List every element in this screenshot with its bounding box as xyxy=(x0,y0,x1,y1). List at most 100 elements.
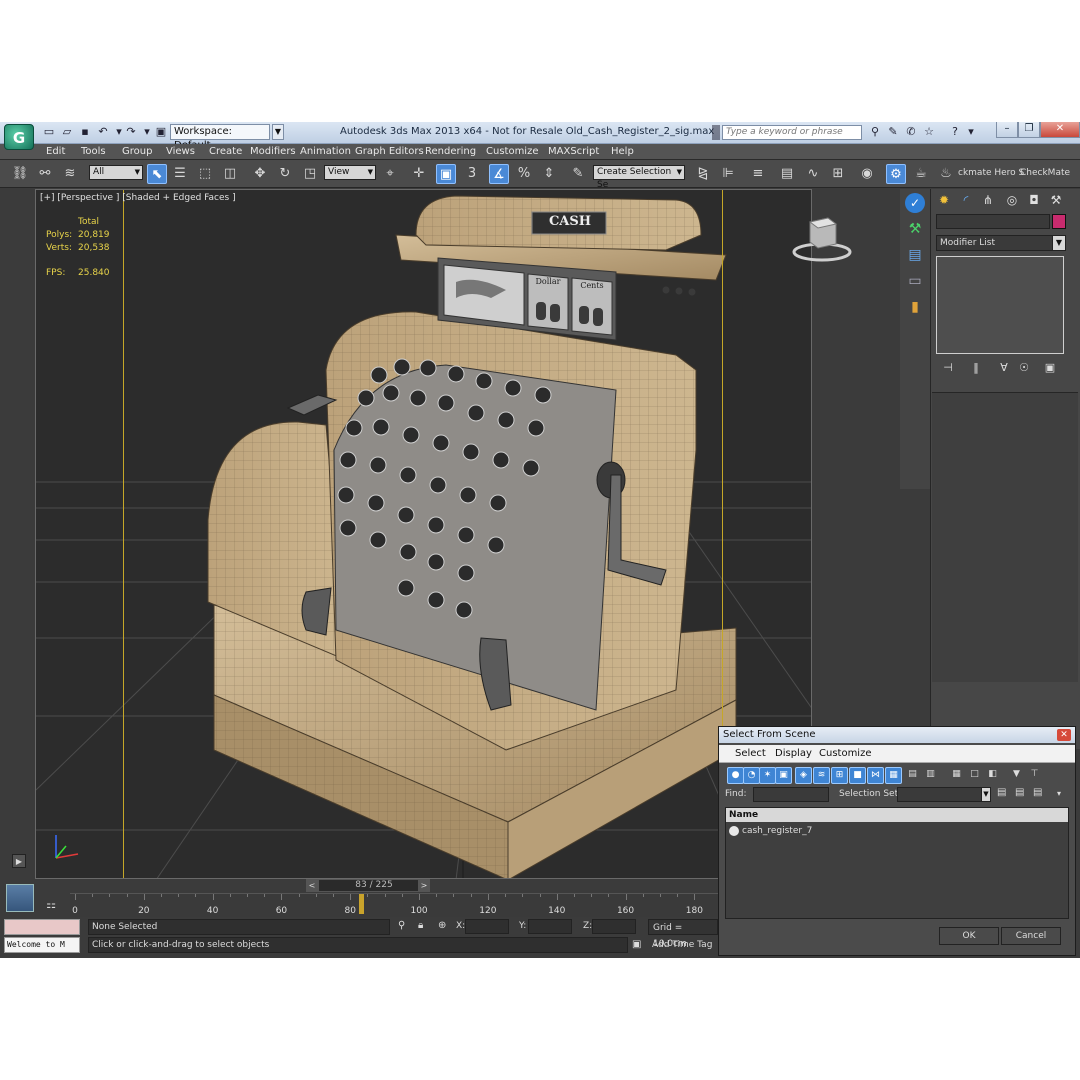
z-coordinate-field[interactable] xyxy=(592,919,636,934)
select-and-move-icon[interactable]: ✥ xyxy=(250,164,270,184)
menu-customize[interactable]: Customize xyxy=(486,144,539,160)
menu-maxscript[interactable]: MAXScript xyxy=(548,144,599,160)
graphite-ribbon-icon[interactable]: ▤ xyxy=(777,164,797,184)
workspace-dropdown[interactable]: Workspace: Default xyxy=(170,124,270,151)
select-by-name-icon[interactable]: ☰ xyxy=(170,164,190,184)
dialog-menu-select[interactable]: Select xyxy=(735,747,766,761)
binoculars-icon[interactable]: ⚲ xyxy=(868,125,882,139)
layer-manager-icon[interactable]: ≡ xyxy=(748,164,768,184)
modifier-list-dropdown[interactable]: Modifier List xyxy=(936,235,1066,251)
next-frame-icon[interactable]: > xyxy=(418,879,430,892)
selection-filter-dropdown[interactable]: All ▼ xyxy=(89,165,143,180)
checkmate-label[interactable]: CheckMate xyxy=(1020,168,1070,178)
display-helpers-icon[interactable]: ◈ xyxy=(795,767,812,784)
menu-graph-editors[interactable]: Graph Editors xyxy=(355,144,424,160)
maxscript-listener-mini[interactable] xyxy=(4,919,80,935)
display-groups-icon[interactable]: ⊞ xyxy=(831,767,848,784)
display-bones-icon[interactable]: ⋈ xyxy=(867,767,884,784)
display-containers-icon[interactable]: ▦ xyxy=(885,767,902,784)
menu-group[interactable]: Group xyxy=(122,144,152,160)
cancel-button[interactable]: Cancel xyxy=(1001,927,1061,945)
create-selection-set-icon[interactable]: ▤ xyxy=(997,787,1006,798)
display-geometry-icon[interactable]: ● xyxy=(727,767,744,784)
display-hidden-icon[interactable]: ▥ xyxy=(923,767,938,782)
prev-frame-icon[interactable]: < xyxy=(306,879,318,892)
mirror-icon[interactable]: ⧎ xyxy=(693,164,713,184)
select-none-icon[interactable]: □ xyxy=(967,767,982,782)
curve-editor-icon[interactable]: ∿ xyxy=(803,164,823,184)
percent-snap-icon[interactable]: % xyxy=(514,164,534,184)
viewport-layout-thumbnail[interactable] xyxy=(6,884,34,912)
keyword-search-input[interactable]: Type a keyword or phrase xyxy=(722,125,862,140)
rectangular-selection-icon[interactable]: ⬚ xyxy=(195,164,215,184)
project-folder-icon[interactable]: ▣ xyxy=(154,125,168,139)
bind-to-space-warp-icon[interactable]: ≋ xyxy=(60,164,80,184)
utilities-tab-icon[interactable]: ⚒ xyxy=(1047,191,1065,209)
make-unique-icon[interactable]: ∀ xyxy=(996,360,1012,376)
x-coordinate-field[interactable] xyxy=(465,919,509,934)
snaps-toggle-icon[interactable]: 3 xyxy=(462,164,482,184)
communication-center-icon[interactable]: ✆ xyxy=(904,125,918,139)
menu-help[interactable]: Help xyxy=(611,144,634,160)
keyboard-shortcut-override-icon[interactable]: ▣ xyxy=(436,164,456,184)
display-shapes-icon[interactable]: ◔ xyxy=(743,767,760,784)
schematic-view-icon[interactable]: ⊞ xyxy=(828,164,848,184)
modify-tab-icon[interactable]: ◜ xyxy=(957,191,975,209)
new-file-icon[interactable]: ▭ xyxy=(42,125,56,139)
angle-snap-icon[interactable]: ∡ xyxy=(489,164,509,184)
name-column-header[interactable]: Name xyxy=(726,808,1068,822)
display-xrefs-icon[interactable]: ■ xyxy=(849,767,866,784)
save-icon[interactable]: ▪ xyxy=(78,125,92,139)
display-spacewarps-icon[interactable]: ≋ xyxy=(813,767,830,784)
maxscript-mini-listener[interactable]: Welcome to M xyxy=(4,937,80,953)
favorites-star-icon[interactable]: ☆ xyxy=(922,125,936,139)
help-dropdown-icon[interactable]: ▾ xyxy=(964,125,978,139)
filter-icon[interactable]: ▼ xyxy=(1009,767,1024,782)
dialog-menu-customize[interactable]: Customize xyxy=(819,747,872,761)
menu-rendering[interactable]: Rendering xyxy=(425,144,476,160)
open-file-icon[interactable]: ▱ xyxy=(60,125,74,139)
time-tag-icon[interactable]: ▣ xyxy=(632,939,641,950)
select-and-scale-icon[interactable]: ◳ xyxy=(300,164,320,184)
redo-icon[interactable]: ↷ xyxy=(124,125,138,139)
window-crossing-icon[interactable]: ◫ xyxy=(220,164,240,184)
workspace-dropdown-arrow-icon[interactable]: ▼ xyxy=(272,124,284,140)
isolate-selection-icon[interactable]: ⚲ xyxy=(398,920,405,931)
time-slider[interactable]: 83 / 225 xyxy=(318,879,430,892)
reference-coordinate-dropdown[interactable]: View ▼ xyxy=(324,165,376,180)
subscription-icon[interactable]: ✎ xyxy=(886,125,900,139)
select-manipulate-icon[interactable]: ✛ xyxy=(409,164,429,184)
y-coordinate-field[interactable] xyxy=(528,919,572,934)
material-editor-icon[interactable]: ◉ xyxy=(857,164,877,184)
track-bar[interactable]: 0 20 40 60 80 100 120 140 160 180 xyxy=(70,893,720,917)
menu-animation[interactable]: Animation xyxy=(300,144,351,160)
display-icon[interactable]: ▭ xyxy=(905,271,925,291)
object-name-field[interactable] xyxy=(936,214,1050,229)
expand-options-icon[interactable]: ▾ xyxy=(1057,789,1061,798)
motion-tab-icon[interactable]: ◎ xyxy=(1003,191,1021,209)
create-tab-icon[interactable]: ✹ xyxy=(935,191,953,209)
hierarchy-tab-icon[interactable]: ⋔ xyxy=(979,191,997,209)
remove-modifier-icon[interactable]: ☉ xyxy=(1016,360,1032,376)
dialog-close-icon[interactable]: ✕ xyxy=(1057,729,1071,741)
selection-set-dropdown[interactable] xyxy=(897,787,991,802)
display-cameras-icon[interactable]: ▣ xyxy=(775,767,792,784)
add-time-tag[interactable]: Add Time Tag xyxy=(648,937,718,953)
select-invert-icon[interactable]: ◧ xyxy=(985,767,1000,782)
perspective-viewport[interactable]: [+] [Perspective ] [Shaded + Edged Faces… xyxy=(35,189,812,879)
minimize-button[interactable]: – xyxy=(996,122,1018,138)
viewport-label[interactable]: [+] [Perspective ] [Shaded + Edged Faces… xyxy=(40,193,236,203)
chevron-down-icon[interactable]: ▼ xyxy=(981,787,991,802)
show-end-result-icon[interactable]: ‖ xyxy=(968,360,984,376)
edit-named-selection-icon[interactable]: ✎ xyxy=(568,164,588,184)
door-icon[interactable]: ▮ xyxy=(905,297,925,317)
ok-button[interactable]: OK xyxy=(939,927,999,945)
dialog-menu-display[interactable]: Display xyxy=(775,747,812,761)
named-selection-set-dropdown[interactable]: Create Selection Se ▼ xyxy=(593,165,685,190)
absolute-relative-icon[interactable]: ⊕ xyxy=(438,920,446,931)
viewcube[interactable] xyxy=(790,212,854,264)
current-frame-marker[interactable] xyxy=(358,894,364,914)
chevron-down-icon[interactable]: ▼ xyxy=(1052,235,1066,251)
render-production-icon[interactable]: ♨ xyxy=(936,164,956,184)
pivot-center-icon[interactable]: ⌖ xyxy=(380,164,400,184)
